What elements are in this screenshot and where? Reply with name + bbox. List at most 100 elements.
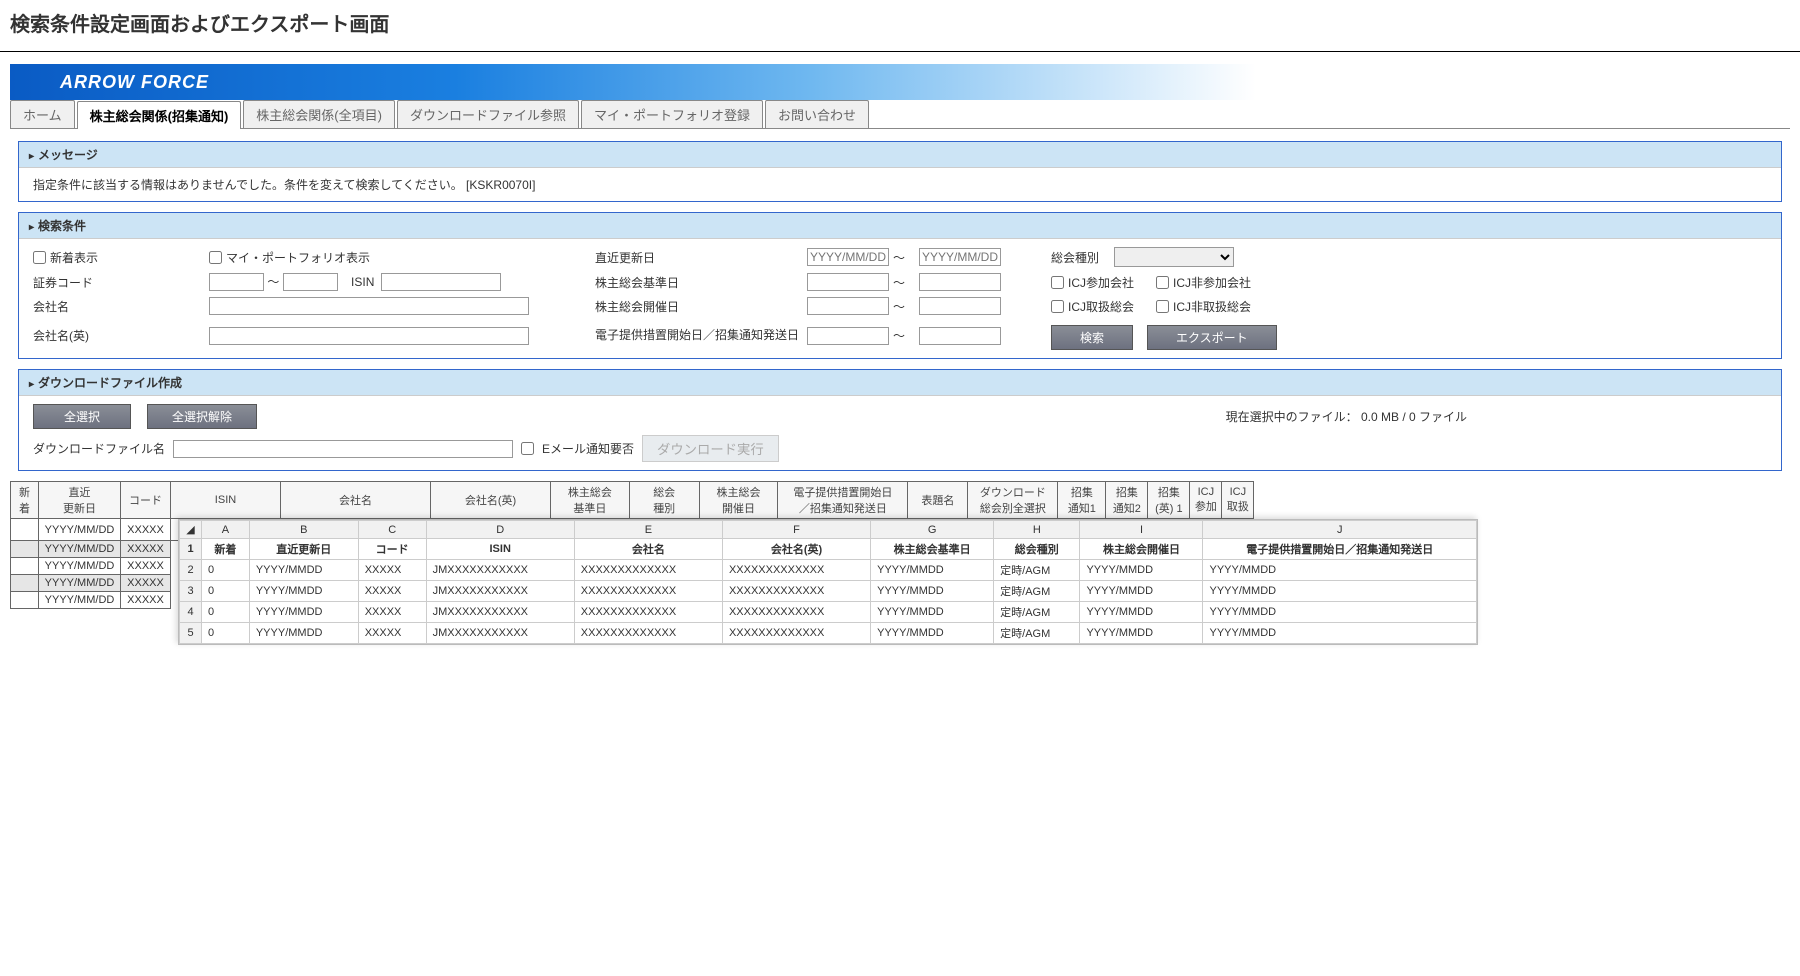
excel-cell: YYYY/MMDD bbox=[1203, 623, 1477, 644]
excel-col-header: J bbox=[1203, 521, 1477, 539]
icj-nohandle-label: ICJ非取扱総会 bbox=[1173, 298, 1251, 315]
excel-cell: 定時/AGM bbox=[994, 602, 1080, 623]
excel-cell: 定時/AGM bbox=[994, 560, 1080, 581]
result-header: 表題名 bbox=[908, 482, 968, 519]
record-date-to[interactable] bbox=[919, 273, 1001, 291]
search-panel: 検索条件 新着表示 マイ・ポートフォリオ表示 直近更新日 ～ 総会種別 証券コー… bbox=[18, 212, 1782, 359]
excel-cell: YYYY/MMDD bbox=[871, 581, 994, 602]
excel-cell: YYYY/MMDD bbox=[1080, 602, 1203, 623]
excel-cell: XXXXXXXXXXXXX bbox=[574, 602, 722, 623]
myportfolio-label: マイ・ポートフォリオ表示 bbox=[226, 249, 370, 266]
excel-col-header: A bbox=[202, 521, 250, 539]
excel-cell: YYYY/MMDD bbox=[249, 623, 358, 644]
excel-cell: YYYY/MMDD bbox=[249, 581, 358, 602]
icj-member-label: ICJ参加会社 bbox=[1068, 274, 1134, 291]
excel-cell: 定時/AGM bbox=[994, 581, 1080, 602]
dlname-label: ダウンロードファイル名 bbox=[33, 440, 165, 457]
excel-col-header: H bbox=[994, 521, 1080, 539]
page-title: 検索条件設定画面およびエクスポート画面 bbox=[0, 0, 1800, 45]
tab-shoshu[interactable]: 株主総会関係(招集通知) bbox=[77, 101, 242, 129]
icj-member-checkbox[interactable] bbox=[1051, 276, 1064, 289]
record-date-from[interactable] bbox=[807, 273, 889, 291]
excel-cell: JMXXXXXXXXXXX bbox=[426, 623, 574, 644]
recent-update-label: 直近更新日 bbox=[595, 249, 745, 266]
myportfolio-checkbox[interactable] bbox=[209, 251, 222, 264]
excel-cell: 0 bbox=[202, 623, 250, 644]
excel-header-cell: 電子提供措置開始日／招集通知発送日 bbox=[1203, 539, 1477, 560]
excel-col-header: G bbox=[871, 521, 994, 539]
excel-cell: 定時/AGM bbox=[994, 623, 1080, 644]
excel-cell: XXXXXXXXXXXXX bbox=[574, 623, 722, 644]
result-header: 株主総会基準日 bbox=[551, 482, 630, 519]
recent-update-to[interactable] bbox=[919, 248, 1001, 266]
recent-update-from[interactable] bbox=[807, 248, 889, 266]
meeting-type-label: 総会種別 bbox=[1051, 249, 1099, 266]
edoc-to[interactable] bbox=[919, 327, 1001, 345]
result-header: 招集通知2 bbox=[1106, 482, 1148, 519]
select-all-button[interactable]: 全選択 bbox=[33, 404, 131, 429]
email-label: Eメール通知要否 bbox=[542, 440, 634, 457]
search-button[interactable]: 検索 bbox=[1051, 325, 1133, 350]
meeting-date-from[interactable] bbox=[807, 297, 889, 315]
excel-cell: YYYY/MMDD bbox=[871, 623, 994, 644]
excel-header-cell: 会社名 bbox=[574, 539, 722, 560]
excel-cell: XXXXX bbox=[358, 581, 426, 602]
tab-home[interactable]: ホーム bbox=[10, 100, 75, 128]
icj-nohandle-checkbox[interactable] bbox=[1156, 300, 1169, 313]
excel-header-cell: ISIN bbox=[426, 539, 574, 560]
company-en-input[interactable] bbox=[209, 327, 529, 345]
tab-all-items[interactable]: 株主総会関係(全項目) bbox=[243, 100, 395, 128]
result-header: 会社名(英) bbox=[431, 482, 551, 519]
icj-nonmember-checkbox[interactable] bbox=[1156, 276, 1169, 289]
company-label: 会社名 bbox=[33, 298, 203, 315]
tilde5: ～ bbox=[893, 327, 913, 344]
tab-my-portfolio[interactable]: マイ・ポートフォリオ登録 bbox=[581, 100, 763, 128]
excel-header-cell: 総会種別 bbox=[994, 539, 1080, 560]
excel-cell: XXXXXXXXXXXXX bbox=[574, 560, 722, 581]
new-checkbox[interactable] bbox=[33, 251, 46, 264]
excel-cell: XXXXXXXXXXXXX bbox=[722, 560, 870, 581]
excel-corner: ◢ bbox=[180, 521, 202, 539]
excel-col-header: B bbox=[249, 521, 358, 539]
sec-code-to[interactable] bbox=[283, 273, 338, 291]
isin-input[interactable] bbox=[381, 273, 501, 291]
excel-cell: YYYY/MMDD bbox=[871, 602, 994, 623]
excel-cell: JMXXXXXXXXXXX bbox=[426, 602, 574, 623]
company-en-label: 会社名(英) bbox=[33, 327, 203, 344]
icj-handle-checkbox[interactable] bbox=[1051, 300, 1064, 313]
excel-cell: XXXXXXXXXXXXX bbox=[574, 581, 722, 602]
result-header: ISIN bbox=[171, 482, 281, 519]
export-button[interactable]: エクスポート bbox=[1147, 325, 1277, 350]
tab-contact[interactable]: お問い合わせ bbox=[765, 100, 869, 128]
excel-cell: JMXXXXXXXXXXX bbox=[426, 581, 574, 602]
excel-cell: YYYY/MMDD bbox=[1203, 581, 1477, 602]
meeting-date-to[interactable] bbox=[919, 297, 1001, 315]
excel-col-header: D bbox=[426, 521, 574, 539]
record-date-label: 株主総会基準日 bbox=[595, 274, 745, 291]
tab-download-ref[interactable]: ダウンロードファイル参照 bbox=[397, 100, 579, 128]
excel-header-cell: 株主総会開催日 bbox=[1080, 539, 1203, 560]
excel-cell: XXXXXXXXXXXXX bbox=[722, 602, 870, 623]
excel-header-cell: 直近更新日 bbox=[249, 539, 358, 560]
sec-code-from[interactable] bbox=[209, 273, 264, 291]
meeting-type-select[interactable] bbox=[1114, 247, 1234, 267]
result-header: ICJ取扱 bbox=[1222, 482, 1254, 519]
deselect-all-button[interactable]: 全選択解除 bbox=[147, 404, 257, 429]
excel-header-cell: 会社名(英) bbox=[722, 539, 870, 560]
isin-label: ISIN bbox=[351, 275, 374, 289]
search-panel-header: 検索条件 bbox=[19, 213, 1781, 239]
excel-cell: YYYY/MMDD bbox=[249, 602, 358, 623]
excel-cell: YYYY/MMDD bbox=[1203, 602, 1477, 623]
new-label: 新着表示 bbox=[50, 249, 98, 266]
message-panel: メッセージ 指定条件に該当する情報はありませんでした。条件を変えて検索してくださ… bbox=[18, 141, 1782, 202]
download-exec-button[interactable]: ダウンロード実行 bbox=[642, 435, 779, 462]
app-name: ARROW FORCE bbox=[60, 72, 209, 93]
dlname-input[interactable] bbox=[173, 440, 513, 458]
excel-cell: YYYY/MMDD bbox=[249, 560, 358, 581]
excel-cell: YYYY/MMDD bbox=[1080, 623, 1203, 644]
tilde4: ～ bbox=[893, 298, 913, 315]
email-notify-checkbox[interactable] bbox=[521, 442, 534, 455]
edoc-from[interactable] bbox=[807, 327, 889, 345]
excel-cell: XXXXX bbox=[358, 602, 426, 623]
company-input[interactable] bbox=[209, 297, 529, 315]
